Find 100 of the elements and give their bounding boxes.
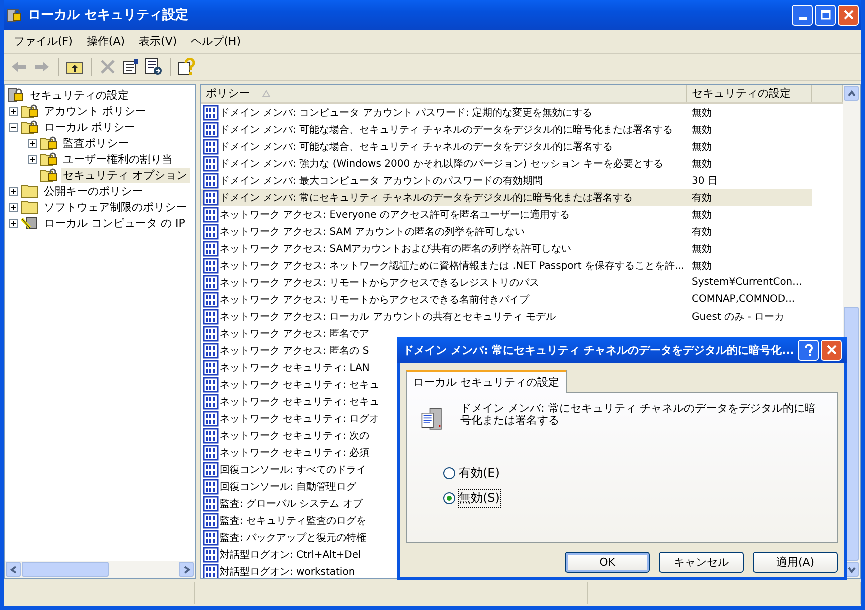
policy-icon (203, 530, 219, 546)
policy-setting: System¥CurrentCon... (691, 277, 804, 288)
minimize-button[interactable] (792, 4, 813, 26)
policy-icon (203, 172, 219, 188)
help-icon[interactable] (178, 58, 196, 76)
policy-name: ネットワーク セキュリティ: 次の (220, 430, 370, 442)
policy-setting: 無効 (691, 158, 713, 170)
expand-icon[interactable] (9, 186, 18, 196)
policy-name: ネットワーク アクセス: 匿名の S (220, 344, 370, 358)
menu-item[interactable]: ファイル(F) (8, 32, 79, 51)
expand-icon[interactable] (28, 154, 37, 164)
close-button[interactable] (838, 4, 859, 26)
tree-item[interactable]: ローカル ポリシー (42, 120, 138, 134)
tree-item[interactable]: アカウント ポリシー (42, 104, 148, 118)
policy-name: ネットワーク セキュリティ: セキュ (220, 396, 380, 408)
policy-icon (203, 342, 219, 358)
radio-option[interactable]: 有効(E) (443, 465, 825, 482)
tree-item[interactable]: ユーザー権利の割り当 (61, 152, 175, 166)
maximize-button[interactable] (815, 4, 836, 26)
policy-icon (203, 546, 219, 562)
tree-item[interactable]: ローカル コンピュータ の IP (42, 216, 188, 230)
policy-icon (203, 274, 219, 290)
dialog-button[interactable]: キャンセル (659, 552, 744, 573)
policy-icon (203, 292, 219, 308)
policy-name: ドメイン メンバ: コンピュータ アカウント パスワード: 定期的な変更を無効にする (220, 106, 593, 120)
horizontal-scrollbar[interactable] (5, 561, 195, 578)
radio-button[interactable] (443, 492, 456, 505)
policy-name: 監査: セキュリティ監査のログを (220, 514, 367, 528)
policy-name: ネットワーク アクセス: リモートからアクセスできる名前付きパイプ (220, 294, 530, 306)
policy-icon (203, 308, 219, 324)
help-icon (804, 344, 814, 356)
selected-row[interactable]: ドメイン メンバ: 常にセキュリティ チャネルのデータをデジタル的に暗号化または署名する 有効 (201, 189, 812, 206)
policy-icon (203, 428, 219, 444)
policy-setting: 有効 (691, 192, 713, 204)
window-title: ローカル セキュリティ設定 (28, 6, 190, 24)
radio-option[interactable]: 無効(S) (443, 490, 825, 507)
folder-icon (21, 199, 39, 215)
policy-icon (203, 240, 219, 256)
close-button[interactable] (821, 340, 842, 360)
menu-item[interactable]: ヘルプ(H) (185, 32, 247, 51)
expand-icon[interactable] (9, 202, 18, 212)
policy-setting: 有効 (691, 226, 713, 238)
policy-name: ネットワーク アクセス: ローカル アカウントの共有とセキュリティ モデル (220, 310, 556, 324)
locked-folder-icon (40, 167, 58, 183)
tree-item[interactable]: 公開キーのポリシー (42, 184, 145, 198)
policy-icon (203, 360, 219, 376)
policy-icon (203, 190, 219, 206)
policy-icon (203, 394, 219, 410)
locked-computer-icon (7, 87, 25, 103)
locked-folder-icon (21, 103, 39, 119)
policy-name: 回復コンソール: 自動管理ログ (220, 480, 357, 494)
policy-name: ドメイン メンバ: 強力な (Windows 2000 かそれ以降のバージョン) セッション キーを必要とする (220, 158, 664, 170)
policy-name: 監査: グローバル システム オブ (220, 498, 363, 510)
policy-name: ネットワーク アクセス: SAM アカウントの匿名の列挙を許可しない (220, 226, 525, 238)
policy-description: ドメイン メンバ: 常にセキュリティ チャネルのデータをデジタル的に暗号化または署名する (460, 403, 817, 427)
tree-item[interactable]: セキュリティの設定 (28, 88, 131, 102)
policy-icon (203, 512, 219, 528)
dialog-title: ドメイン メンバ: 常にセキュリティ チャネルのデータをデジタル的に暗号化... (403, 342, 796, 358)
policy-icon (203, 410, 219, 426)
policy-icon (203, 326, 219, 342)
menu-item[interactable]: 操作(A) (80, 32, 132, 51)
expand-icon[interactable] (28, 138, 37, 148)
tree-item[interactable]: ソフトウェア制限のポリシー (42, 200, 189, 214)
dialog-button[interactable]: OK (565, 552, 650, 573)
policy-name: ネットワーク アクセス: SAMアカウントおよび共有の匿名の列挙を許可しない (220, 242, 572, 256)
help-button[interactable] (798, 340, 819, 360)
policy-name: 監査: バックアップと復元の特権 (220, 532, 367, 544)
policy-name: ドメイン メンバ: 最大コンピュータ アカウントのパスワードの有効期間 (220, 174, 543, 188)
maximize-icon (820, 10, 830, 20)
locked-folder-icon (40, 135, 58, 151)
policy-icon (203, 376, 219, 392)
policy-setting: 無効 (691, 124, 713, 136)
policy-icon (203, 462, 219, 478)
tab[interactable]: ローカル セキュリティの設定 (406, 370, 566, 393)
tree-item[interactable]: セキュリティ オプション (61, 168, 190, 182)
policy-setting: 無効 (691, 208, 713, 222)
policy-setting: 無効 (691, 242, 713, 256)
policy-icon (203, 444, 219, 460)
export-list-icon[interactable] (145, 58, 163, 76)
expand-icon[interactable] (9, 218, 18, 228)
tree-item[interactable]: 監査ポリシー (61, 136, 131, 150)
policy-name: ネットワーク セキュリティ: ログオ (220, 412, 380, 426)
radio-button[interactable] (443, 467, 456, 480)
policy-name: ネットワーク セキュリティ: 必須 (220, 446, 370, 460)
policy-name: 対話型ログオン: workstation (220, 566, 356, 578)
close-icon (844, 10, 854, 20)
menu-item[interactable]: 表示(V) (133, 32, 184, 51)
policy-icon (203, 496, 219, 512)
policy-name: ネットワーク アクセス: ネットワーク認証ために資格情報または .NET Passport を保存することを許... (220, 260, 685, 272)
expand-icon[interactable] (9, 106, 18, 116)
dialog-button[interactable]: 適用(A) (753, 552, 838, 573)
properties-icon[interactable] (122, 58, 140, 76)
policy-name: ネットワーク セキュリティ: LAN (220, 362, 370, 374)
computer-key-icon (21, 215, 39, 231)
policy-icon (203, 122, 219, 138)
policy-name: ネットワーク アクセス: 匿名でア (220, 328, 370, 340)
policy-icon (203, 258, 219, 274)
collapse-icon[interactable] (9, 122, 18, 132)
policy-icon (203, 478, 219, 494)
locked-folder-icon (40, 151, 58, 167)
